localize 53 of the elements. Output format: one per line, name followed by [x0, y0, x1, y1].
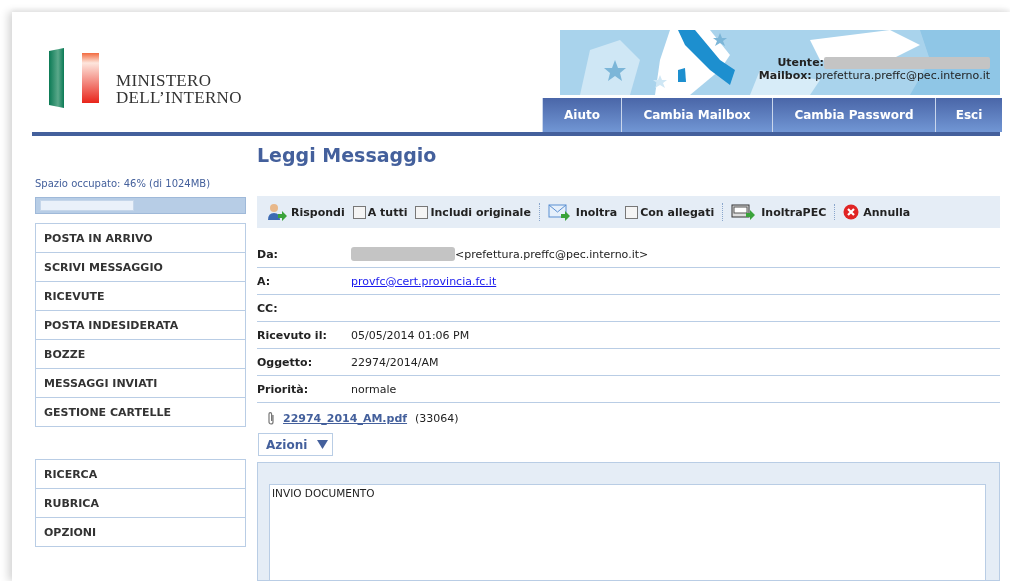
attachment-size: (33064)	[415, 411, 459, 425]
mailbox-address: prefettura.preffc@pec.interno.it	[815, 69, 990, 82]
checkbox-option[interactable]: Includi originale	[415, 205, 531, 219]
checkbox[interactable]	[625, 205, 639, 219]
caret-icon	[317, 440, 329, 449]
sidebar-item[interactable]: RICEVUTE	[36, 281, 245, 310]
sidebar-item[interactable]: POSTA IN ARRIVO	[36, 224, 245, 252]
field-value: 22974/2014/AM	[351, 355, 439, 369]
paperclip-icon	[267, 411, 275, 425]
field-label: CC:	[257, 301, 279, 315]
sidebar-item[interactable]: MESSAGGI INVIATI	[36, 368, 245, 397]
checkbox[interactable]	[415, 205, 429, 219]
field-label: Priorità:	[257, 382, 310, 396]
quota-text: Spazio occupato: 46% (di 1024MB)	[35, 178, 212, 189]
email-link[interactable]: provfc@cert.provincia.fc.it	[351, 274, 497, 288]
flag-logo-icon	[46, 48, 102, 108]
nav-tab[interactable]: Cambia Mailbox	[621, 98, 772, 132]
logo-text: DELL’INTERNO	[116, 89, 242, 106]
sidebar-item[interactable]: OPZIONI	[36, 517, 245, 546]
field-label: Oggetto:	[257, 355, 314, 369]
person-arrow-icon	[267, 203, 287, 221]
checkbox-option[interactable]: Con allegati	[625, 205, 715, 219]
checkbox-option[interactable]: A tutti	[352, 205, 408, 219]
envelope-arrow-icon	[547, 203, 572, 221]
user-label: Utente:	[777, 56, 824, 69]
toolbar-button[interactable]: InoltraPEC	[731, 203, 827, 221]
logo-text: MINISTERO	[116, 72, 213, 89]
field-value: <prefettura.preffc@pec.interno.it>	[455, 247, 649, 261]
field-value: normale	[351, 382, 397, 396]
page-title: Leggi Messaggio	[257, 144, 438, 168]
sidebar-item[interactable]: RUBRICA	[36, 488, 245, 517]
checkbox[interactable]	[352, 205, 366, 219]
close-icon	[843, 204, 860, 220]
field-label: Da:	[257, 247, 279, 261]
sidebar-item[interactable]: GESTIONE CARTELLE	[36, 397, 245, 426]
actions-dropdown[interactable]: Azioni	[258, 433, 334, 456]
message-body: INVIO DOCUMENTO	[269, 484, 986, 580]
nav-tab[interactable]: Esci	[935, 98, 1002, 132]
toolbar-button[interactable]: Inoltra	[547, 203, 618, 221]
field-label: A:	[257, 274, 272, 288]
nav-tab[interactable]: Cambia Password	[772, 98, 935, 132]
sidebar-item[interactable]: POSTA INDESIDERATA	[36, 310, 245, 339]
nav-tab[interactable]: Aiuto	[542, 98, 621, 132]
monitor-arrow-icon	[731, 203, 758, 221]
sidebar-item[interactable]: RICERCA	[36, 460, 245, 488]
field-label: Ricevuto il:	[257, 328, 328, 342]
toolbar-button[interactable]: Rispondi	[267, 203, 345, 221]
sidebar-item[interactable]: BOZZE	[36, 339, 245, 368]
mailbox-label: Mailbox:	[758, 69, 812, 82]
sidebar-item[interactable]: SCRIVI MESSAGGIO	[36, 252, 245, 281]
toolbar-button[interactable]: Annulla	[843, 204, 911, 220]
attachment-link[interactable]: 22974_2014_AM.pdf	[283, 411, 408, 425]
field-value: 05/05/2014 01:06 PM	[351, 328, 470, 342]
